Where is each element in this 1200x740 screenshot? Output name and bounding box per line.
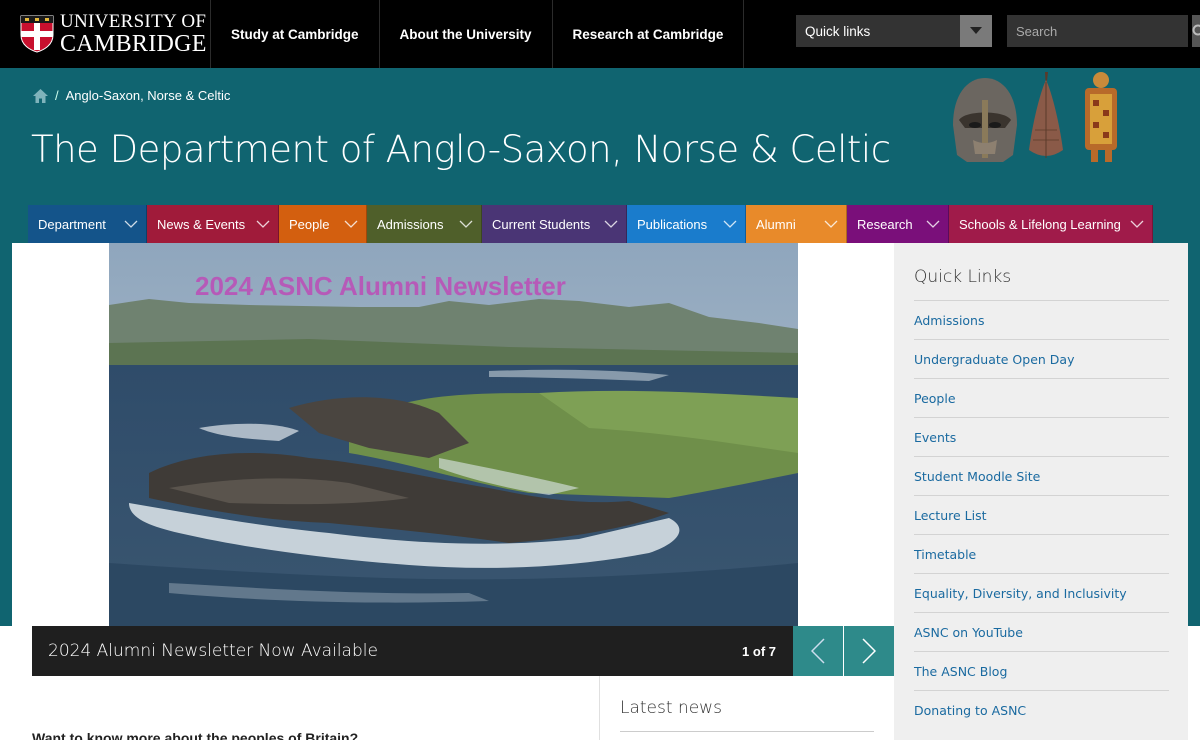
logo-line1: UNIVERSITY OF — [60, 11, 207, 32]
chevron-down-icon[interactable] — [124, 219, 138, 229]
breadcrumb: / Anglo-Saxon, Norse & Celtic — [33, 88, 230, 103]
chevron-down-icon[interactable] — [256, 219, 270, 229]
carousel-caption-text[interactable]: 2024 Alumni Newsletter Now Available — [48, 641, 742, 661]
search-input[interactable] — [1007, 15, 1192, 47]
sidebar-link[interactable]: Donating to ASNC — [914, 690, 1169, 729]
intro-teaser-heading[interactable]: Want to know more about the peoples of B… — [32, 730, 358, 740]
topnav-study[interactable]: Study at Cambridge — [210, 0, 379, 68]
chevron-down-icon[interactable] — [344, 219, 358, 229]
nav-tab-label: People — [289, 216, 330, 232]
chevron-down-icon[interactable] — [1130, 219, 1144, 229]
carousel-caption: 2024 Alumni Newsletter Now Available 1 o… — [32, 626, 793, 676]
chevron-down-icon[interactable] — [824, 219, 838, 229]
carousel-next-button[interactable] — [844, 626, 894, 676]
sidebar-link[interactable]: Timetable — [914, 534, 1169, 573]
chevron-down-icon[interactable] — [604, 219, 618, 229]
latest-news-rule — [620, 731, 874, 732]
topnav-research[interactable]: Research at Cambridge — [551, 0, 745, 68]
slide-title: 2024 ASNC Alumni Newsletter — [195, 271, 566, 301]
nav-tab-schools-lifelong-learning[interactable]: Schools & Lifelong Learning — [949, 205, 1153, 243]
sidebar-link[interactable]: Lecture List — [914, 495, 1169, 534]
sidebar-link[interactable]: Student Moodle Site — [914, 456, 1169, 495]
sidebar-link[interactable]: The ASNC Blog — [914, 651, 1169, 690]
sidebar-link[interactable]: Events — [914, 417, 1169, 456]
nav-tab-label: Research — [857, 216, 913, 232]
nav-tab-label: Department — [38, 216, 106, 232]
nav-tab-research[interactable]: Research — [847, 205, 949, 243]
home-icon[interactable] — [33, 88, 48, 103]
search-box — [1007, 15, 1200, 47]
carousel-prev-button[interactable] — [793, 626, 843, 676]
nav-tab-admissions[interactable]: Admissions — [367, 205, 482, 243]
university-crest-icon — [20, 15, 54, 53]
sidebar-link[interactable]: Admissions — [914, 300, 1169, 339]
nav-tab-label: Publications — [637, 216, 708, 232]
nav-tab-label: Current Students — [492, 216, 591, 232]
breadcrumb-current[interactable]: Anglo-Saxon, Norse & Celtic — [66, 88, 231, 103]
quicklinks-label: Quick links — [805, 23, 871, 39]
nav-tab-alumni[interactable]: Alumni — [746, 205, 847, 243]
nav-tab-label: News & Events — [157, 216, 246, 232]
chevron-down-icon[interactable] — [723, 219, 737, 229]
sidebar-links: Admissions Undergraduate Open Day People Ev… — [914, 300, 1169, 729]
nav-tab-department[interactable]: Department — [28, 205, 147, 243]
breadcrumb-separator: / — [55, 88, 59, 103]
topnav-about[interactable]: About the University — [378, 0, 552, 68]
chevron-down-icon[interactable] — [459, 219, 473, 229]
nav-tab-label: Admissions — [377, 216, 444, 232]
sidebar-link[interactable]: Equality, Diversity, and Inclusivity — [914, 573, 1169, 612]
nav-tab-news-events[interactable]: News & Events — [147, 205, 279, 243]
dropdown-arrow-icon[interactable] — [960, 15, 992, 47]
nav-tab-label: Schools & Lifelong Learning — [959, 216, 1121, 232]
university-logo[interactable]: UNIVERSITY OF CAMBRIDGE — [20, 12, 207, 56]
search-icon — [1192, 24, 1200, 35]
nav-tab-people[interactable]: People — [279, 205, 367, 243]
sidebar-link[interactable]: Undergraduate Open Day — [914, 339, 1169, 378]
top-nav: Study at Cambridge About the University … — [210, 0, 745, 68]
column-divider — [599, 676, 600, 740]
slide-counter: 1 of 7 — [742, 643, 776, 659]
anglo-saxon-artifacts-image — [953, 72, 1117, 162]
department-nav: Department News & Events People Admissions C… — [28, 205, 1153, 243]
nav-tab-publications[interactable]: Publications — [627, 205, 746, 243]
sidebar-link[interactable]: People — [914, 378, 1169, 417]
sidebar-title: Quick Links — [914, 267, 1012, 287]
sidebar-link[interactable]: ASNC on YouTube — [914, 612, 1169, 651]
chevron-left-icon — [811, 638, 825, 664]
latest-news-heading: Latest news — [620, 698, 722, 718]
chevron-down-icon[interactable] — [926, 219, 940, 229]
nav-tab-label: Alumni — [756, 216, 796, 232]
page-title: The Department of Anglo-Saxon, Norse & C… — [31, 128, 891, 171]
quicklinks-dropdown[interactable]: Quick links — [796, 15, 992, 47]
search-button[interactable] — [1192, 15, 1200, 47]
chevron-right-icon — [862, 638, 876, 664]
logo-line2: CAMBRIDGE — [60, 31, 207, 57]
nav-tab-current-students[interactable]: Current Students — [482, 205, 627, 243]
